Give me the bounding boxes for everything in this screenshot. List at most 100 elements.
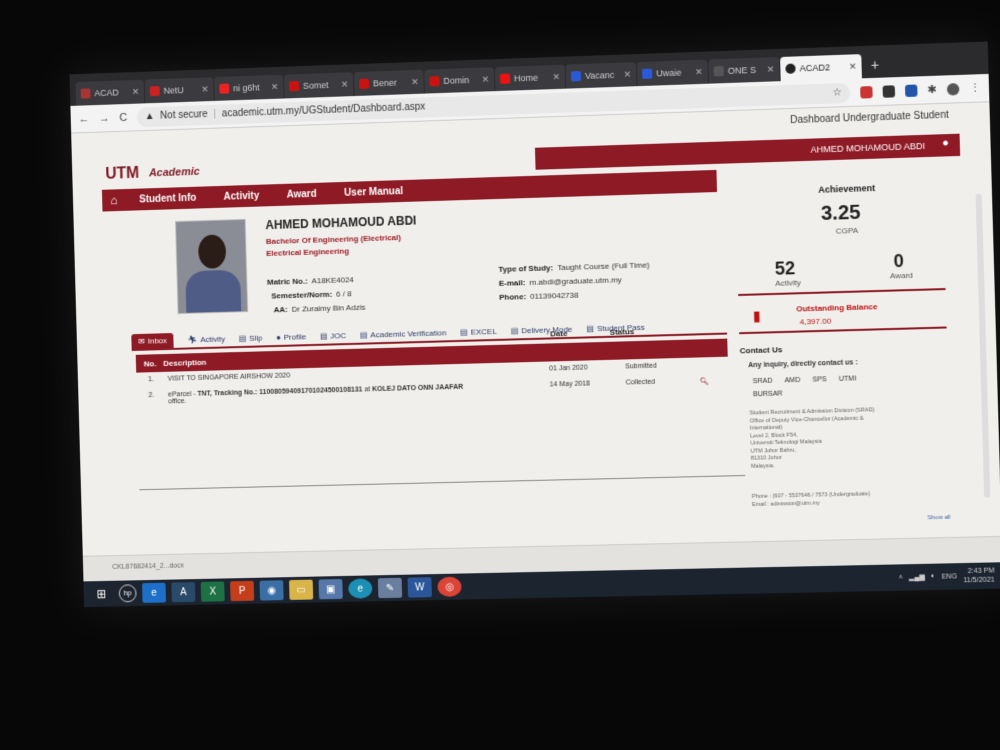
close-icon[interactable]: ✕ <box>341 79 349 90</box>
close-icon[interactable]: ✕ <box>271 81 279 92</box>
close-icon[interactable]: ✕ <box>201 84 209 95</box>
tab-inbox[interactable]: ✉ Inbox <box>131 332 174 349</box>
browser-icon[interactable]: ◉ <box>259 580 284 601</box>
favicon-icon <box>785 63 796 74</box>
close-icon[interactable]: ✕ <box>132 86 140 97</box>
photos-icon[interactable]: ▣ <box>318 578 343 600</box>
reload-icon[interactable]: C <box>119 111 127 123</box>
browser-tab[interactable]: ni g6ht ✕ <box>214 74 284 101</box>
activity-count: 52 <box>774 258 796 279</box>
nav-activity[interactable]: Activity <box>210 190 273 203</box>
close-icon[interactable]: ✕ <box>411 76 419 87</box>
browser-tab[interactable]: ONE S ✕ <box>708 57 780 84</box>
running-icon: 🏃︎ <box>187 334 198 345</box>
paint-icon[interactable]: ✎ <box>377 577 403 599</box>
document-icon: ▤ <box>510 325 519 336</box>
search-icon[interactable]: 🔍︎ <box>700 377 709 385</box>
powerpoint-icon[interactable]: P <box>230 580 255 602</box>
tab-activity[interactable]: 🏃︎ Activity <box>187 334 225 344</box>
extensions-puzzle-icon[interactable]: ✱ <box>927 83 937 96</box>
extension-icon[interactable] <box>859 85 873 99</box>
favicon-icon <box>359 78 370 89</box>
contact-tab-utmi[interactable]: UTMI <box>839 375 857 383</box>
tab-excel[interactable]: ▤ EXCEL <box>460 326 497 336</box>
browser-tab[interactable]: Uwaie ✕ <box>636 59 708 87</box>
menu-kebab-icon[interactable]: ⋮ <box>969 81 981 95</box>
browser-tab[interactable]: Somet ✕ <box>283 72 354 99</box>
contact-tab-srad[interactable]: SRAD <box>753 378 773 386</box>
show-all-link[interactable]: Show all <box>927 515 950 522</box>
contact-unit-tabs: SRAD AMD SPS UTMI BURSAR <box>753 374 896 398</box>
tab-academic-verification[interactable]: ▤ Academic Verification <box>360 328 447 339</box>
favicon-icon <box>642 68 653 79</box>
page-scrollbar[interactable] <box>975 193 991 498</box>
study-type-row: Type of Study: Taught Course (Full Time) <box>498 260 650 274</box>
browser-tab[interactable]: NetU ✕ <box>144 77 214 104</box>
nav-student-info[interactable]: Student Info <box>125 192 210 206</box>
close-icon[interactable]: ✕ <box>767 64 775 75</box>
divider <box>139 474 746 491</box>
close-icon[interactable]: ✕ <box>623 69 631 80</box>
favicon-icon <box>429 76 440 87</box>
nav-user-manual[interactable]: User Manual <box>330 185 417 199</box>
favicon-icon <box>713 66 724 77</box>
contact-address: Student Recruitment & Admission Division… <box>749 407 875 470</box>
close-icon[interactable]: ✕ <box>849 61 857 72</box>
edge-legacy-icon[interactable]: e <box>142 582 167 603</box>
browser-tab[interactable]: ACAD ✕ <box>75 79 145 106</box>
student-photo <box>175 218 249 315</box>
network-icon[interactable]: ▂▄▆ <box>909 573 925 581</box>
outstanding-balance-value: 4,397.00 <box>799 316 832 327</box>
tab-slip[interactable]: ▤ Slip <box>239 333 263 343</box>
chevron-up-icon[interactable]: ˄ <box>899 574 903 581</box>
close-icon[interactable]: ✕ <box>695 66 703 77</box>
nav-award[interactable]: Award <box>273 188 331 201</box>
edge-icon[interactable]: e <box>348 578 373 599</box>
browser-tab[interactable]: Domin ✕ <box>424 67 495 94</box>
back-icon[interactable]: ← <box>78 113 89 125</box>
document-icon: ▤ <box>238 333 247 343</box>
favicon-icon <box>499 73 511 84</box>
bookmark-star-icon[interactable]: ☆ <box>833 87 842 98</box>
profile-avatar-icon[interactable] <box>946 82 960 96</box>
contact-tab-bursar[interactable]: BURSAR <box>753 390 783 398</box>
tab-profile[interactable]: ● Profile <box>276 332 306 342</box>
browser-tab[interactable]: Vacanc ✕ <box>565 62 637 89</box>
col-no: No. <box>143 359 157 369</box>
chrome-icon[interactable]: ◎ <box>437 576 462 597</box>
close-icon[interactable]: ✕ <box>552 71 560 82</box>
tab-joc[interactable]: ▤ JOC <box>320 331 346 341</box>
word-icon[interactable]: W <box>407 577 432 598</box>
excel-icon[interactable]: X <box>200 581 225 602</box>
language-indicator[interactable]: ENG <box>941 573 957 580</box>
windows-start-icon[interactable]: ⊞ <box>89 584 113 604</box>
user-icon[interactable]: ● <box>937 137 954 154</box>
browser-tab-active[interactable]: ACAD2 ✕ <box>780 54 862 82</box>
browser-tab[interactable]: Home ✕ <box>494 64 566 92</box>
contact-tab-amd[interactable]: AMD <box>784 377 800 384</box>
browser-tab[interactable]: Bener ✕ <box>353 69 424 97</box>
contact-tab-sps[interactable]: SPS <box>812 376 826 383</box>
hp-icon[interactable]: hp <box>118 584 137 603</box>
dashboard-title: Dashboard Undergraduate Student <box>790 109 949 127</box>
home-icon[interactable]: ⌂ <box>102 193 126 208</box>
semester-row: Semester/Norm: 6 / 8 <box>271 289 352 301</box>
utm-logo[interactable]: UTM Academic <box>105 163 200 184</box>
system-tray: ˄ ▂▄▆ 🔈︎ ENG 2:43 PM 11/5/2021 <box>898 566 1000 586</box>
academic-logo-text: Academic <box>148 165 200 180</box>
col-description: Description <box>163 357 207 368</box>
achievement-title: Achievement <box>818 182 876 195</box>
file-explorer-icon[interactable]: ▭ <box>289 579 314 600</box>
close-icon[interactable]: ✕ <box>481 74 489 85</box>
clock[interactable]: 2:43 PM 11/5/2021 <box>963 566 995 585</box>
app-icon[interactable]: A <box>171 582 196 603</box>
new-tab-button[interactable]: + <box>862 56 887 78</box>
monitor-screen: ACAD ✕ NetU ✕ ni g6ht ✕ Somet ✕ Bener ✕ Domin… <box>69 41 1000 608</box>
utm-logo-text: UTM <box>105 164 140 183</box>
extension-icon[interactable] <box>904 83 918 97</box>
forward-icon[interactable]: → <box>99 112 110 124</box>
extension-icon[interactable] <box>882 84 895 98</box>
download-item[interactable]: CKL87682414_2...docx <box>112 562 184 570</box>
volume-icon[interactable]: 🔈︎ <box>931 573 936 581</box>
user-circle-icon: ● <box>275 332 281 342</box>
